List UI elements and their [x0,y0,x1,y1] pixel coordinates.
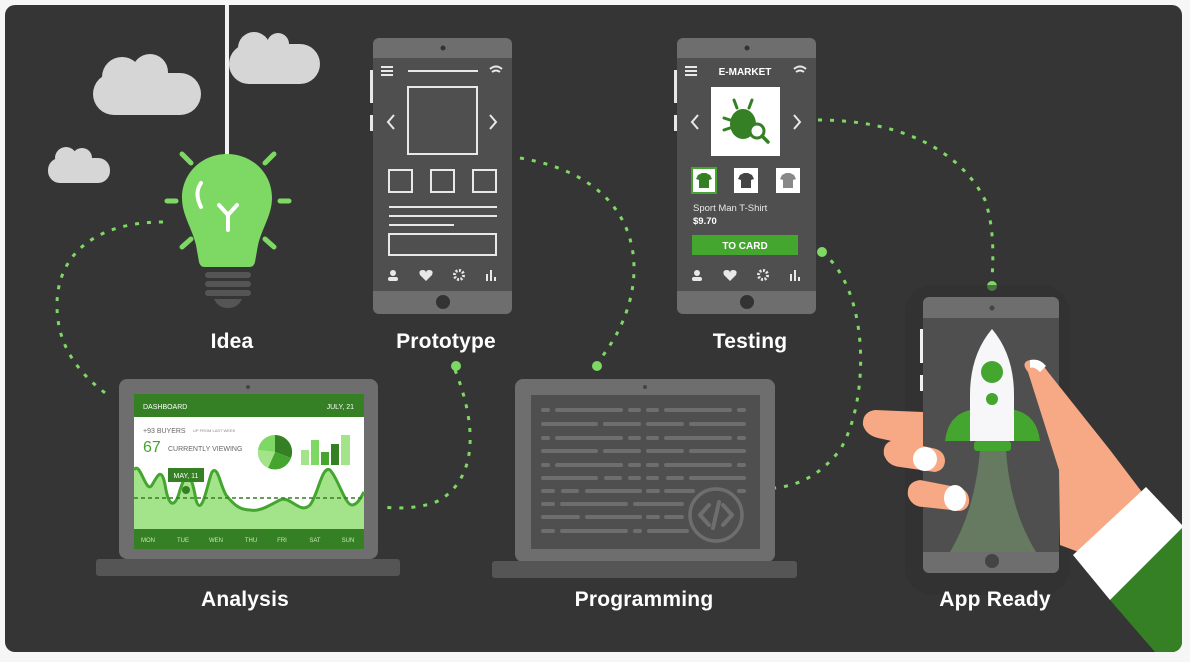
day-label: WEN [209,538,223,544]
dashboard-date: JULY, 21 [327,404,354,411]
programming-laptop [492,379,797,578]
diagram-canvas: DASHBOARD JULY, 21 +93 BUYERS UP FROM LA… [48,5,1182,652]
viewing-label: CURRENTLY VIEWING [168,446,242,453]
clouds [48,32,320,183]
dashboard-header-text: DASHBOARD [143,404,187,411]
testing-phone [674,38,816,314]
stage-label-idea: Idea [210,330,254,353]
connector-dot [451,361,461,371]
connector-testing-appready [817,118,995,281]
connector-dot [592,361,602,371]
lightbulb-icon [164,151,292,308]
stage-label-analysis: Analysis [201,588,289,611]
buyers-text: +93 BUYERS [143,428,186,435]
day-label: THU [245,538,257,544]
connector-analysis-prototype [379,369,472,510]
cloud-large-icon [93,54,201,115]
connector-idea-analysis [55,220,164,397]
analysis-laptop [96,379,400,576]
day-label: TUE [177,538,189,544]
product-name: Sport Man T-Shirt [693,203,768,214]
day-label: SAT [309,538,321,544]
day-label: SUN [342,538,355,544]
buyers-note: UP FROM LAST WEEK [193,428,236,433]
stage-label-programming: Programming [574,588,714,611]
chart-point [182,486,190,494]
pie-chart-icon [257,434,293,470]
stage-label-app-ready: App Ready [939,588,1051,611]
connector-dot [817,247,827,257]
cloud-small-icon [48,147,110,183]
emarket-title: E-MARKET [719,67,772,78]
tooltip-text: MAY, 11 [174,473,199,480]
process-diagram: DASHBOARD JULY, 21 +93 BUYERS UP FROM LA… [5,5,1182,652]
stage-label-testing: Testing [712,330,788,353]
viewing-count: 67 [143,439,161,456]
product-price: $9.70 [693,216,717,227]
day-label: FRI [277,538,287,544]
connector-prototype-programming [519,156,636,361]
stage-label-prototype: Prototype [396,330,496,353]
day-label: MON [141,538,155,544]
prototype-phone [370,38,512,314]
to-card-label: TO CARD [722,241,767,252]
cloud-top-right-icon [229,32,320,84]
user-icon[interactable] [694,270,700,276]
